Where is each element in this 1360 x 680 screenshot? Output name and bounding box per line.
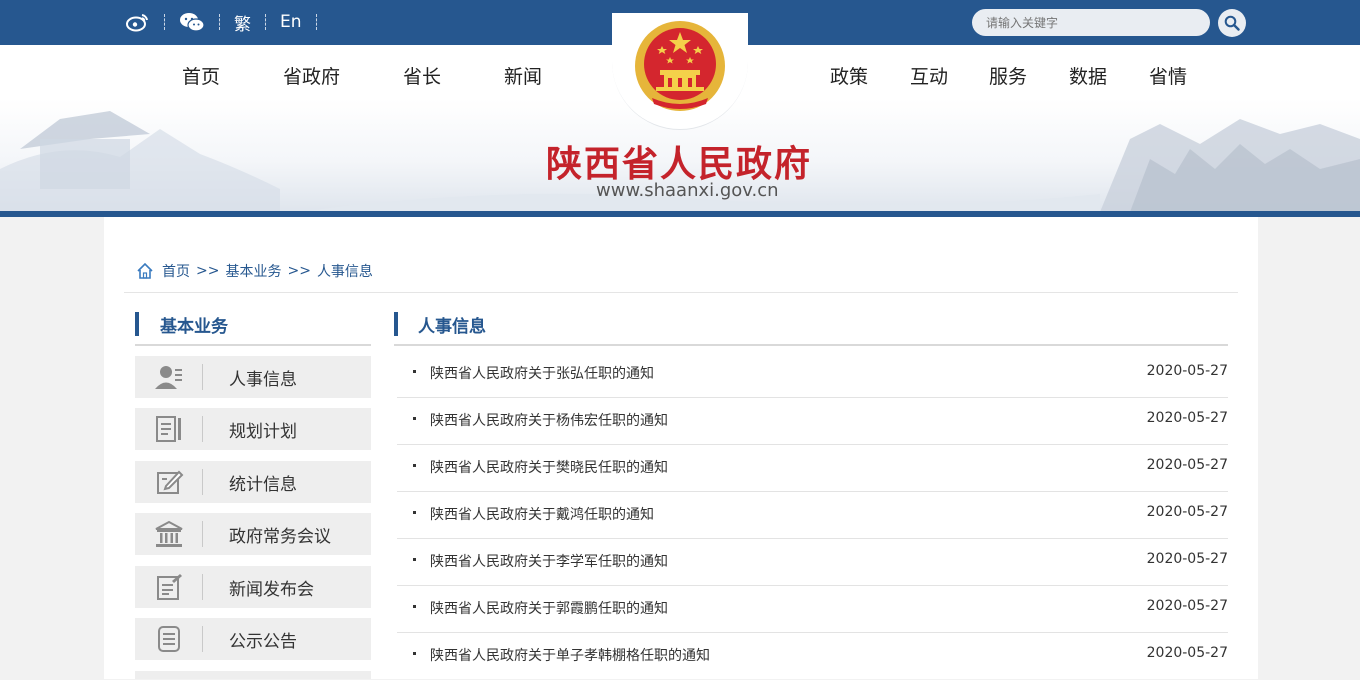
sidebar-title: 基本业务 bbox=[135, 312, 371, 346]
bullet-icon bbox=[413, 511, 416, 514]
sidebar-item-announcements[interactable]: 公示公告 bbox=[135, 618, 371, 660]
sidebar-item-label: 统计信息 bbox=[229, 474, 297, 495]
sidebar-item-press-conference[interactable]: 新闻发布会 bbox=[135, 566, 371, 608]
sidebar-item-personnel[interactable]: 人事信息 bbox=[135, 356, 371, 398]
bullet-icon bbox=[413, 605, 416, 608]
nav-news[interactable]: 新闻 bbox=[504, 62, 542, 89]
list-item: 陕西省人民政府关于樊晓民任职的通知 2020-05-27 bbox=[397, 445, 1228, 492]
main-title-text: 人事信息 bbox=[418, 317, 486, 337]
nav-provincial-government[interactable]: 省政府 bbox=[283, 62, 340, 89]
divider bbox=[265, 14, 266, 30]
english-link[interactable]: En bbox=[280, 12, 302, 32]
home-icon[interactable] bbox=[136, 262, 154, 280]
breadcrumb-personnel-info[interactable]: 人事信息 bbox=[317, 261, 373, 281]
notice-icon bbox=[135, 618, 203, 660]
national-emblem-icon[interactable] bbox=[632, 18, 728, 114]
breadcrumb: 首页 >> 基本业务 >> 人事信息 bbox=[136, 261, 373, 281]
government-building-icon bbox=[135, 513, 203, 555]
press-release-icon bbox=[135, 566, 203, 608]
nav-governor[interactable]: 省长 bbox=[403, 62, 441, 89]
title-accent-bar bbox=[135, 312, 139, 336]
person-card-icon bbox=[135, 356, 203, 398]
sidebar-item-label: 新闻发布会 bbox=[229, 579, 314, 600]
sidebar-item-executive-meeting[interactable]: 政府常务会议 bbox=[135, 513, 371, 555]
site-url: www.shaanxi.gov.cn bbox=[596, 180, 779, 201]
list-item: 陕西省人民政府关于李学军任职的通知 2020-05-27 bbox=[397, 539, 1228, 586]
sidebar-item-label: 公示公告 bbox=[229, 631, 297, 652]
bullet-icon bbox=[413, 652, 416, 655]
divider bbox=[315, 14, 317, 30]
title-accent-bar bbox=[394, 312, 398, 336]
divider bbox=[124, 292, 1238, 293]
sidebar-item-label: 人事信息 bbox=[229, 369, 297, 390]
nav-interaction[interactable]: 互动 bbox=[910, 62, 948, 89]
news-date: 2020-05-27 bbox=[1146, 410, 1228, 426]
traditional-chinese-link[interactable]: 繁 bbox=[234, 10, 251, 35]
nav-services[interactable]: 服务 bbox=[989, 62, 1027, 89]
news-link[interactable]: 陕西省人民政府关于李学军任职的通知 bbox=[430, 551, 668, 571]
breadcrumb-separator: >> bbox=[287, 263, 311, 279]
sidebar-item-label: 政府常务会议 bbox=[229, 526, 331, 547]
news-link[interactable]: 陕西省人民政府关于樊晓民任职的通知 bbox=[430, 457, 668, 477]
emblem-container bbox=[612, 13, 748, 130]
list-item: 陕西省人民政府关于郭霞鹏任职的通知 2020-05-27 bbox=[397, 586, 1228, 633]
search-button[interactable] bbox=[1218, 9, 1246, 37]
list-item: 陕西省人民政府关于单子孝韩棚格任职的通知 2020-05-27 bbox=[397, 633, 1228, 680]
sidebar-item-statistics[interactable]: 统计信息 bbox=[135, 461, 371, 503]
bullet-icon bbox=[413, 370, 416, 373]
news-link[interactable]: 陕西省人民政府关于张弘任职的通知 bbox=[430, 363, 654, 383]
news-date: 2020-05-27 bbox=[1146, 363, 1228, 379]
bullet-icon bbox=[413, 558, 416, 561]
edit-icon bbox=[135, 461, 203, 503]
wechat-icon[interactable] bbox=[179, 12, 205, 32]
search-icon bbox=[1224, 15, 1240, 31]
sidebar-item-label: 规划计划 bbox=[229, 421, 297, 442]
list-item: 陕西省人民政府关于戴鸿任职的通知 2020-05-27 bbox=[397, 492, 1228, 539]
content-panel: 首页 >> 基本业务 >> 人事信息 基本业务 人事信息 规划计划 统计信息 政… bbox=[104, 217, 1258, 679]
news-date: 2020-05-27 bbox=[1146, 457, 1228, 473]
divider bbox=[219, 14, 220, 30]
list-item: 陕西省人民政府关于杨伟宏任职的通知 2020-05-27 bbox=[397, 398, 1228, 445]
weibo-icon[interactable] bbox=[126, 12, 150, 32]
document-icon bbox=[135, 408, 203, 450]
news-date: 2020-05-27 bbox=[1146, 598, 1228, 614]
main-title: 人事信息 bbox=[394, 312, 1228, 346]
sidebar-item-more[interactable] bbox=[135, 671, 371, 679]
breadcrumb-separator: >> bbox=[196, 263, 220, 279]
news-link[interactable]: 陕西省人民政府关于单子孝韩棚格任职的通知 bbox=[430, 645, 710, 665]
breadcrumb-home[interactable]: 首页 bbox=[162, 261, 190, 281]
nav-policy[interactable]: 政策 bbox=[830, 62, 868, 89]
nav-data[interactable]: 数据 bbox=[1069, 62, 1107, 89]
breadcrumb-basic-business[interactable]: 基本业务 bbox=[225, 261, 281, 281]
divider bbox=[164, 14, 165, 30]
news-link[interactable]: 陕西省人民政府关于郭霞鹏任职的通知 bbox=[430, 598, 668, 618]
utility-links: 繁 En bbox=[126, 10, 331, 35]
list-item: 陕西省人民政府关于张弘任职的通知 2020-05-27 bbox=[397, 351, 1228, 398]
nav-province-info[interactable]: 省情 bbox=[1149, 62, 1187, 89]
news-date: 2020-05-27 bbox=[1146, 551, 1228, 567]
search-input[interactable] bbox=[972, 9, 1210, 36]
sidebar-item-planning[interactable]: 规划计划 bbox=[135, 408, 371, 450]
news-date: 2020-05-27 bbox=[1146, 645, 1228, 661]
news-link[interactable]: 陕西省人民政府关于杨伟宏任职的通知 bbox=[430, 410, 668, 430]
bullet-icon bbox=[413, 417, 416, 420]
news-date: 2020-05-27 bbox=[1146, 504, 1228, 520]
nav-home[interactable]: 首页 bbox=[182, 62, 220, 89]
news-link[interactable]: 陕西省人民政府关于戴鸿任职的通知 bbox=[430, 504, 654, 524]
bullet-icon bbox=[413, 464, 416, 467]
sidebar-title-text: 基本业务 bbox=[160, 317, 228, 337]
